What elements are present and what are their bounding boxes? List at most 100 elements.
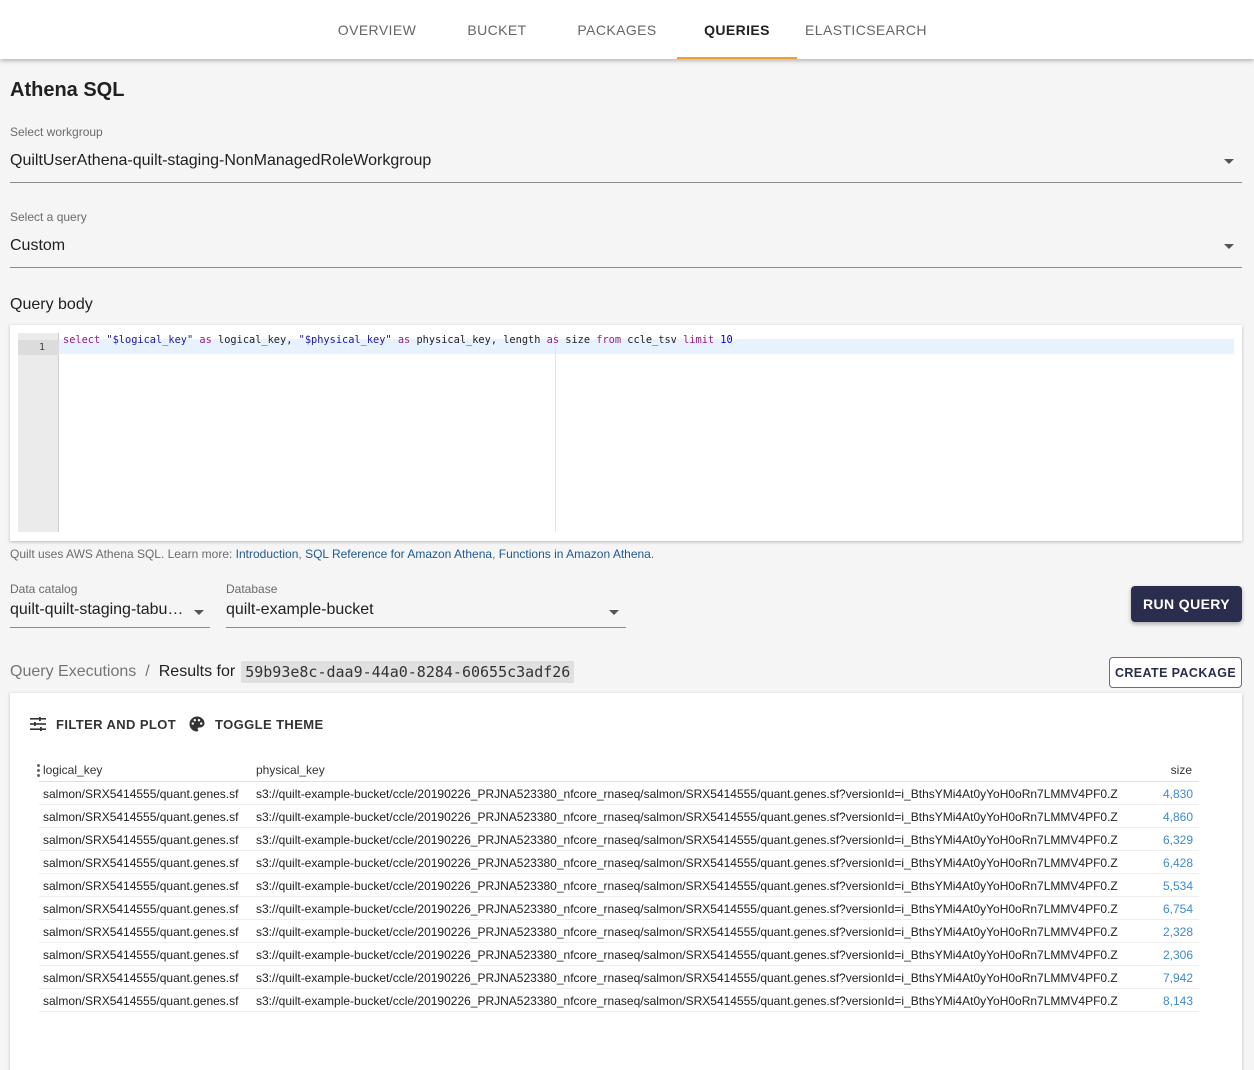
cell-physical-key: s3://quilt-example-bucket/ccle/20190226_…	[256, 925, 1118, 939]
cell-size: 4,860	[1162, 810, 1193, 824]
code-token: "$physical_key"	[298, 334, 392, 346]
cell-size: 8,143	[1162, 994, 1193, 1008]
breadcrumb-separator: /	[145, 663, 150, 680]
workgroup-value: QuiltUserAthena-quilt-staging-NonManaged…	[10, 152, 432, 169]
toggle-theme-label: TOGGLE THEME	[215, 716, 324, 732]
help-prefix: Quilt uses AWS Athena SQL. Learn more:	[10, 547, 236, 561]
cell-logical-key: salmon/SRX5414555/quant.genes.sf	[43, 948, 239, 962]
cell-physical-key: s3://quilt-example-bucket/ccle/20190226_…	[256, 902, 1118, 916]
cell-physical-key: s3://quilt-example-bucket/ccle/20190226_…	[256, 833, 1118, 847]
tab-queries[interactable]: QUERIES	[677, 0, 797, 59]
column-header-size[interactable]: size	[1171, 763, 1192, 777]
chevron-down-icon	[194, 610, 204, 615]
print-margin	[555, 333, 556, 532]
code-token: logical_key,	[218, 334, 293, 346]
run-query-button[interactable]: RUN QUERY	[1131, 586, 1242, 622]
table-row[interactable]: salmon/SRX5414555/quant.genes.sf s3://qui…	[39, 782, 1199, 805]
cell-logical-key: salmon/SRX5414555/quant.genes.sf	[43, 810, 239, 824]
workgroup-select[interactable]: QuiltUserAthena-quilt-staging-NonManaged…	[10, 140, 1242, 183]
cell-size: 2,328	[1162, 925, 1193, 939]
palette-icon	[189, 716, 205, 732]
create-package-button[interactable]: CREATE PACKAGE	[1109, 657, 1242, 688]
column-menu-icon[interactable]	[34, 762, 42, 778]
active-tab-indicator	[677, 57, 797, 59]
data-catalog-value: quilt-quilt-staging-tabular-data	[10, 601, 186, 618]
cell-physical-key: s3://quilt-example-bucket/ccle/20190226_…	[256, 971, 1118, 985]
code-token: from	[596, 334, 622, 346]
filter-and-plot-label: FILTER AND PLOT	[56, 716, 177, 732]
database-label: Database	[226, 582, 278, 596]
cell-logical-key: salmon/SRX5414555/quant.genes.sf	[43, 925, 239, 939]
top-navigation: OVERVIEW BUCKET PACKAGES QUERIES ELASTIC…	[0, 0, 1254, 59]
breadcrumb-query-executions[interactable]: Query Executions	[10, 663, 136, 681]
table-row[interactable]: salmon/SRX5414555/quant.genes.sf s3://qui…	[39, 897, 1199, 920]
data-catalog-select[interactable]: quilt-quilt-staging-tabular-data	[10, 597, 210, 628]
cell-physical-key: s3://quilt-example-bucket/ccle/20190226_…	[256, 994, 1118, 1008]
table-row[interactable]: salmon/SRX5414555/quant.genes.sf s3://qui…	[39, 920, 1199, 943]
code-token: physical_key, length	[416, 334, 541, 346]
cell-size: 6,754	[1162, 902, 1193, 916]
table-row[interactable]: salmon/SRX5414555/quant.genes.sf s3://qui…	[39, 874, 1199, 897]
code-line[interactable]: select "$logical_key" as logical_key, "$…	[63, 333, 733, 348]
table-row[interactable]: salmon/SRX5414555/quant.genes.sf s3://qui…	[39, 828, 1199, 851]
breadcrumb: Query Executions / Results for 59b93e8c-…	[10, 657, 575, 687]
tab-overview[interactable]: OVERVIEW	[332, 0, 422, 59]
code-token: limit	[683, 334, 715, 346]
cell-size: 7,942	[1162, 971, 1193, 985]
link-sql-reference[interactable]: SQL Reference for Amazon Athena	[305, 547, 492, 561]
toggle-theme-button[interactable]: TOGGLE THEME	[189, 713, 324, 735]
cell-size: 4,830	[1162, 787, 1193, 801]
cell-size: 6,428	[1162, 856, 1193, 870]
code-token: select	[63, 334, 101, 346]
table-row[interactable]: salmon/SRX5414555/quant.genes.sf s3://qui…	[39, 989, 1199, 1012]
data-catalog-label: Data catalog	[10, 582, 78, 596]
column-header-physical-key[interactable]: physical_key	[256, 763, 325, 777]
cell-physical-key: s3://quilt-example-bucket/ccle/20190226_…	[256, 787, 1118, 801]
link-introduction[interactable]: Introduction	[236, 547, 299, 561]
chevron-down-icon	[1224, 244, 1234, 249]
tab-packages[interactable]: PACKAGES	[570, 0, 664, 59]
query-select-value: Custom	[10, 237, 66, 254]
filter-and-plot-button[interactable]: FILTER AND PLOT	[30, 713, 176, 735]
link-functions[interactable]: Functions in Amazon Athena	[499, 547, 651, 561]
query-editor[interactable]: 1 select "$logical_key" as logical_key, …	[10, 325, 1242, 541]
table-body: salmon/SRX5414555/quant.genes.sf s3://qui…	[39, 782, 1199, 1012]
cell-physical-key: s3://quilt-example-bucket/ccle/20190226_…	[256, 856, 1118, 870]
cell-logical-key: salmon/SRX5414555/quant.genes.sf	[43, 971, 239, 985]
cell-logical-key: salmon/SRX5414555/quant.genes.sf	[43, 994, 239, 1008]
page-title: Athena SQL	[10, 79, 125, 101]
database-select[interactable]: quilt-example-bucket	[226, 597, 626, 628]
cell-size: 6,329	[1162, 833, 1193, 847]
code-token: 10	[720, 334, 733, 346]
table-row[interactable]: salmon/SRX5414555/quant.genes.sf s3://qui…	[39, 851, 1199, 874]
tab-bucket[interactable]: BUCKET	[455, 0, 539, 59]
cell-physical-key: s3://quilt-example-bucket/ccle/20190226_…	[256, 810, 1118, 824]
query-select[interactable]: Custom	[10, 225, 1242, 268]
query-select-label: Select a query	[10, 210, 87, 224]
code-token: ccle_tsv	[627, 334, 677, 346]
chevron-down-icon	[1224, 159, 1234, 164]
code-token: as	[199, 334, 212, 346]
table-row[interactable]: salmon/SRX5414555/quant.genes.sf s3://qui…	[39, 943, 1199, 966]
results-table: logical_key physical_key size salmon/SRX…	[37, 759, 1199, 1012]
cell-size: 2,306	[1162, 948, 1193, 962]
breadcrumb-current: Results for	[158, 663, 236, 680]
database-value: quilt-example-bucket	[226, 601, 374, 618]
athena-help-text: Quilt uses AWS Athena SQL. Learn more: I…	[10, 547, 654, 561]
table-row[interactable]: salmon/SRX5414555/quant.genes.sf s3://qui…	[39, 805, 1199, 828]
cell-logical-key: salmon/SRX5414555/quant.genes.sf	[43, 856, 239, 870]
table-row[interactable]: salmon/SRX5414555/quant.genes.sf s3://qui…	[39, 966, 1199, 989]
column-header-logical-key[interactable]: logical_key	[43, 763, 102, 777]
code-token: "$logical_key"	[106, 334, 194, 346]
tab-elasticsearch[interactable]: ELASTICSEARCH	[802, 0, 930, 59]
help-suffix: .	[650, 547, 655, 561]
code-token: as	[397, 334, 411, 346]
query-body-label: Query body	[10, 296, 93, 313]
code-token: as	[546, 334, 560, 346]
results-panel: FILTER AND PLOT TOGGLE THEME logical_key…	[10, 693, 1242, 1070]
execution-id: 59b93e8c-daa9-44a0-8284-60655c3adf26	[241, 661, 575, 683]
cell-logical-key: salmon/SRX5414555/quant.genes.sf	[43, 787, 239, 801]
chevron-down-icon	[609, 610, 619, 615]
help-separator: ,	[492, 547, 499, 561]
workgroup-label: Select workgroup	[10, 125, 103, 139]
